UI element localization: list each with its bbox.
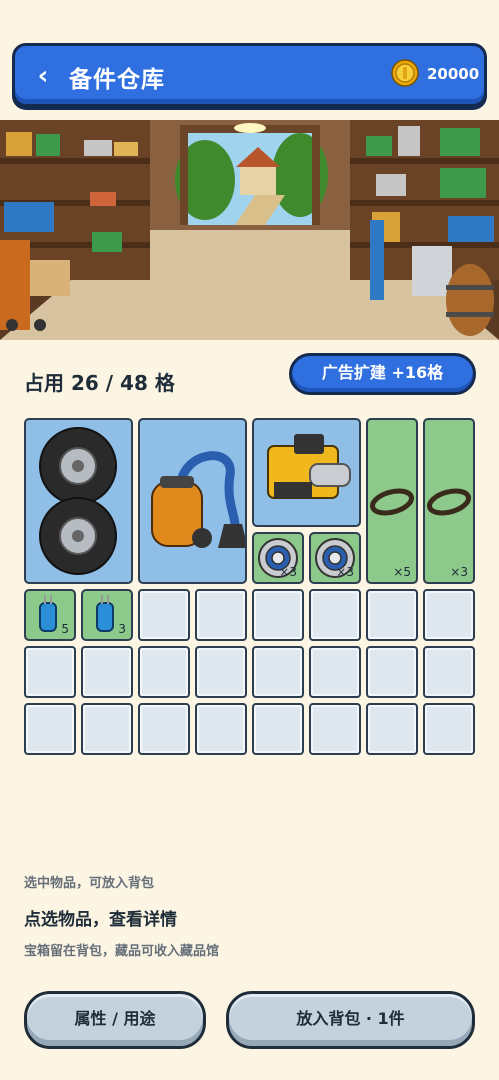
attributes-button[interactable]: 属性 / 用途 [24,991,206,1049]
inventory-grid: ×5 ×3 ×3 ×3 5 3 [24,418,475,756]
vacuum-icon [151,451,245,548]
item-capacitor[interactable]: 5 [24,589,76,641]
page-title: 备件仓库 [69,67,165,93]
put-in-bag-button[interactable]: 放入背包 · 1件 [226,991,475,1049]
empty-slot[interactable] [309,646,361,698]
item-belt[interactable]: ×5 [366,418,418,584]
empty-slot[interactable] [24,646,76,698]
engine-icon [267,434,351,499]
empty-slot[interactable] [138,589,190,641]
empty-slot[interactable] [252,646,304,698]
empty-slot[interactable] [366,589,418,641]
belt-icon [370,488,414,516]
item-tires[interactable] [24,418,133,584]
item-quantity: ×3 [279,565,297,579]
empty-slot[interactable] [195,589,247,641]
item-quantity: 5 [61,622,69,636]
empty-slot[interactable] [252,589,304,641]
top-bar: ‹ 备件仓库 20000 [12,43,487,107]
item-capacitor[interactable]: 3 [81,589,133,641]
item-vacuum[interactable] [138,418,247,584]
hint-select-item: 选中物品，可放入背包 [24,876,155,891]
item-quantity: ×3 [336,565,354,579]
empty-slot[interactable] [366,703,418,755]
item-quantity: 3 [118,622,126,636]
tires-icon [39,427,117,575]
empty-slot[interactable] [423,646,475,698]
storage-occupancy: 占用 26 / 48 格 [24,371,175,395]
empty-slot[interactable] [195,703,247,755]
empty-slot[interactable] [423,589,475,641]
item-bearing[interactable]: ×3 [309,532,361,584]
empty-slot[interactable] [138,703,190,755]
empty-slot[interactable] [423,703,475,755]
empty-slot[interactable] [81,703,133,755]
empty-slot[interactable] [138,646,190,698]
empty-slot[interactable] [366,646,418,698]
back-icon[interactable]: ‹ [29,61,57,91]
empty-slot[interactable] [195,646,247,698]
belt-icon [427,488,471,516]
hint-collection: 宝箱留在背包，藏品可收入藏品馆 [24,944,220,959]
item-quantity: ×5 [393,565,411,579]
item-bearing[interactable]: ×3 [252,532,304,584]
gold-coin-icon [391,59,419,87]
empty-slot[interactable] [24,703,76,755]
empty-slot[interactable] [309,703,361,755]
hint-view-details: 点选物品，查看详情 [24,910,177,930]
coin-balance: 20000 [427,65,480,83]
ad-expand-button[interactable]: 广告扩建 +16格 [289,353,476,395]
item-engine[interactable] [252,418,361,527]
warehouse-scene-image [0,120,499,340]
empty-slot[interactable] [81,646,133,698]
empty-slot[interactable] [309,589,361,641]
item-quantity: ×3 [450,565,468,579]
item-belt[interactable]: ×3 [423,418,475,584]
empty-slot[interactable] [252,703,304,755]
